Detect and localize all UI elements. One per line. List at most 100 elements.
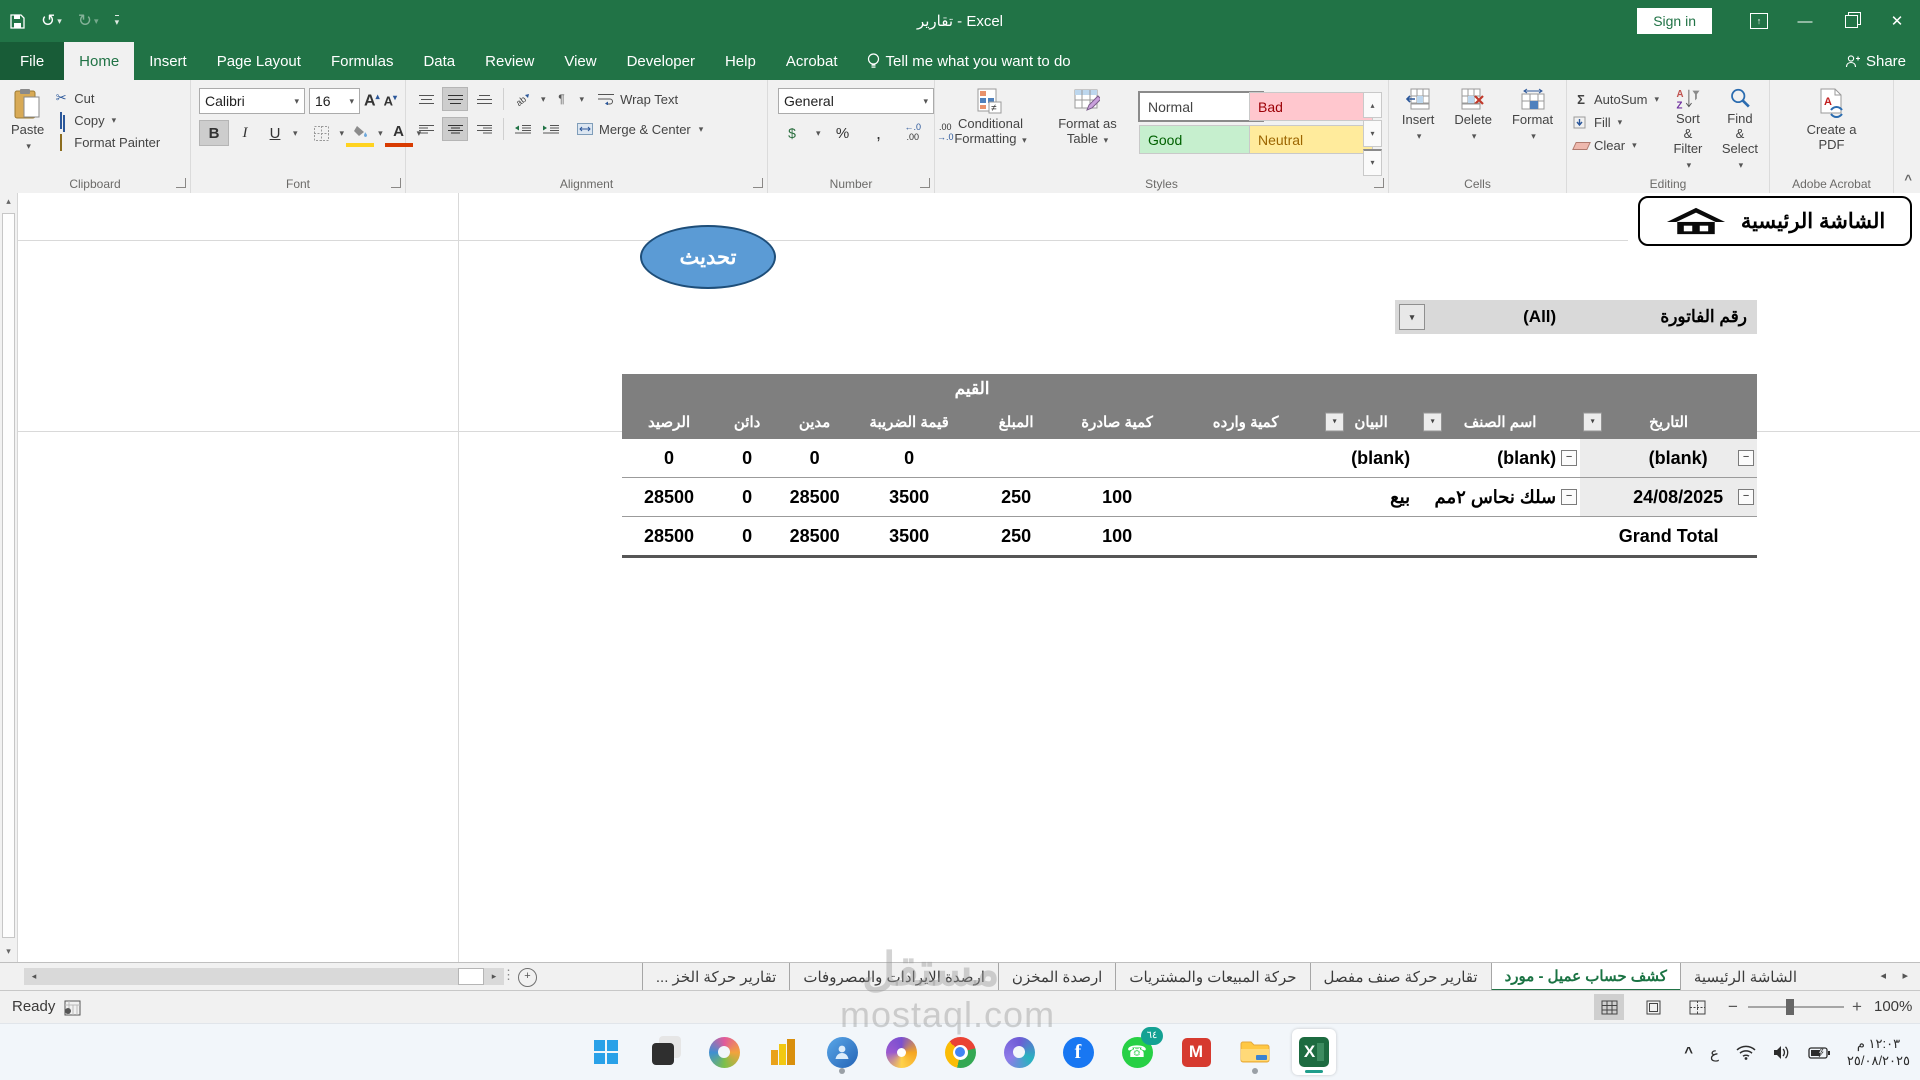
- cell-credit[interactable]: 0: [716, 517, 778, 557]
- tab-scroll-left-button[interactable]: ◂: [1880, 969, 1886, 982]
- horizontal-scroll-thumb[interactable]: [458, 968, 484, 985]
- fill-button[interactable]: Fill▾: [1573, 115, 1659, 130]
- font-name-combo[interactable]: Calibri▾: [199, 88, 305, 114]
- paste-button[interactable]: Paste▾: [6, 84, 49, 176]
- col-header-date[interactable]: التاريخ▾: [1580, 404, 1757, 439]
- clear-button[interactable]: Clear▾: [1573, 138, 1659, 153]
- taskbar-app-whatsapp[interactable]: ☎ ٦٤: [1115, 1029, 1159, 1075]
- styles-scroll-up-button[interactable]: ▴: [1363, 92, 1382, 118]
- cell-credit[interactable]: 0: [716, 478, 778, 517]
- vertical-scrollbar[interactable]: ▴ ▾: [0, 193, 18, 962]
- style-good[interactable]: Good: [1139, 125, 1263, 154]
- share-button[interactable]: Share: [1845, 42, 1906, 80]
- cell-amount[interactable]: [967, 439, 1065, 478]
- increase-font-size-button[interactable]: A▴: [364, 92, 380, 110]
- col-header-tax[interactable]: قيمة الضريبة: [851, 404, 967, 439]
- sheet-tab-treasury-reports[interactable]: تقارير حركة الخز ...: [642, 963, 789, 991]
- top-align-button[interactable]: [414, 88, 438, 110]
- insert-cells-button[interactable]: Insert▾: [1397, 84, 1440, 176]
- cell-qty-out[interactable]: 100: [1065, 517, 1169, 557]
- start-button[interactable]: [584, 1029, 628, 1075]
- style-bad[interactable]: Bad: [1249, 92, 1373, 121]
- taskbar-app-facebook[interactable]: f: [1056, 1029, 1100, 1075]
- sheet-tab-item-movement[interactable]: تقارير حركة صنف مفصل: [1310, 963, 1491, 991]
- scroll-up-arrow[interactable]: ▴: [0, 196, 17, 207]
- col-header-desc[interactable]: البيان▾: [1322, 404, 1420, 439]
- taskbar-app-people[interactable]: [820, 1029, 864, 1075]
- merge-center-button[interactable]: Merge & Center▾: [577, 122, 703, 137]
- cell-item[interactable]: −(blank): [1420, 439, 1580, 478]
- sheet-tab-revenues-expenses[interactable]: ارصدة الايرادات والمصروفات: [789, 963, 998, 991]
- cell-debit[interactable]: 28500: [778, 517, 851, 557]
- horizontal-scrollbar[interactable]: ◂ ▸: [24, 968, 504, 985]
- col-header-qty-out[interactable]: كمية صادرة: [1065, 404, 1169, 439]
- zoom-slider-thumb[interactable]: [1786, 999, 1794, 1015]
- text-direction-button[interactable]: ¶: [550, 88, 574, 110]
- zoom-slider-track[interactable]: [1748, 1006, 1844, 1008]
- collapse-button[interactable]: −: [1738, 450, 1754, 466]
- taskbar-app-file-explorer[interactable]: [1233, 1029, 1277, 1075]
- collapse-button[interactable]: −: [1561, 489, 1577, 505]
- item-filter-button[interactable]: ▾: [1423, 412, 1442, 431]
- format-painter-button[interactable]: Format Painter: [53, 135, 160, 150]
- borders-button[interactable]: [308, 121, 336, 145]
- col-header-item[interactable]: اسم الصنف▾: [1420, 404, 1580, 439]
- tab-formulas[interactable]: Formulas: [316, 42, 409, 80]
- cell-amount[interactable]: 250: [967, 517, 1065, 557]
- underline-button[interactable]: U: [261, 121, 289, 145]
- percent-style-button[interactable]: %: [829, 121, 857, 145]
- tab-developer[interactable]: Developer: [612, 42, 710, 80]
- collapse-ribbon-button[interactable]: ^: [1904, 172, 1912, 187]
- tab-page-layout[interactable]: Page Layout: [202, 42, 316, 80]
- format-as-table-button[interactable]: Format as Table ▾: [1044, 84, 1131, 176]
- taskbar-app-loop[interactable]: [702, 1029, 746, 1075]
- wrap-text-button[interactable]: Wrap Text: [598, 92, 678, 107]
- tab-file[interactable]: File: [0, 42, 64, 80]
- sheet-tab-sales-purchases[interactable]: حركة المبيعات والمشتريات: [1115, 963, 1309, 991]
- refresh-button[interactable]: تحديث: [640, 225, 776, 289]
- cell-qty-in[interactable]: [1169, 517, 1322, 557]
- zoom-level[interactable]: 100%: [1874, 991, 1912, 1023]
- clipboard-dialog-launcher[interactable]: [176, 178, 186, 188]
- bottom-align-button[interactable]: [472, 88, 496, 110]
- cell-desc[interactable]: (blank): [1322, 439, 1420, 478]
- collapse-button[interactable]: −: [1738, 489, 1754, 505]
- page-layout-view-button[interactable]: [1638, 994, 1668, 1020]
- hscroll-right-arrow[interactable]: ▸: [484, 971, 504, 982]
- bold-button[interactable]: B: [199, 120, 229, 146]
- col-header-balance[interactable]: الرصيد: [622, 404, 716, 439]
- align-right-button[interactable]: [472, 118, 496, 140]
- sheet-tab-main[interactable]: الشاشة الرئيسية: [1680, 963, 1810, 991]
- style-normal[interactable]: Normal: [1139, 92, 1263, 121]
- increase-decimal-button[interactable]: ←.0.00: [901, 122, 926, 144]
- cell-debit[interactable]: 0: [778, 439, 851, 478]
- col-header-amount[interactable]: المبلغ: [967, 404, 1065, 439]
- align-left-button[interactable]: [414, 118, 438, 140]
- close-button[interactable]: ✕: [1874, 0, 1920, 42]
- macro-record-icon[interactable]: [64, 999, 81, 1016]
- cell-balance[interactable]: 0: [622, 439, 716, 478]
- tell-me-box[interactable]: Tell me what you want to do: [853, 42, 1085, 80]
- ribbon-display-options-button[interactable]: ↑: [1736, 0, 1782, 42]
- desc-filter-button[interactable]: ▾: [1325, 412, 1344, 431]
- taskbar-app-powerbi[interactable]: [761, 1029, 805, 1075]
- tab-review[interactable]: Review: [470, 42, 549, 80]
- new-sheet-button[interactable]: +: [518, 968, 537, 987]
- number-dialog-launcher[interactable]: [920, 178, 930, 188]
- cell-item[interactable]: [1420, 517, 1580, 557]
- grand-total-label[interactable]: Grand Total: [1580, 517, 1757, 557]
- decrease-font-size-button[interactable]: A▾: [384, 93, 397, 108]
- cell-desc[interactable]: بيع: [1322, 478, 1420, 517]
- cell-qty-out[interactable]: 100: [1065, 478, 1169, 517]
- find-select-button[interactable]: Find & Select ▾: [1717, 84, 1763, 176]
- cell-qty-in[interactable]: [1169, 478, 1322, 517]
- tab-options-dots[interactable]: ⋮: [502, 967, 515, 983]
- decrease-indent-button[interactable]: [511, 118, 535, 140]
- wifi-icon[interactable]: [1736, 1045, 1756, 1060]
- cell-debit[interactable]: 28500: [778, 478, 851, 517]
- font-size-combo[interactable]: 16▾: [309, 88, 360, 114]
- col-header-debit[interactable]: مدين: [778, 404, 851, 439]
- cell-desc[interactable]: [1322, 517, 1420, 557]
- vertical-scroll-thumb[interactable]: [2, 213, 15, 938]
- home-screen-button[interactable]: الشاشة الرئيسية: [1638, 196, 1912, 246]
